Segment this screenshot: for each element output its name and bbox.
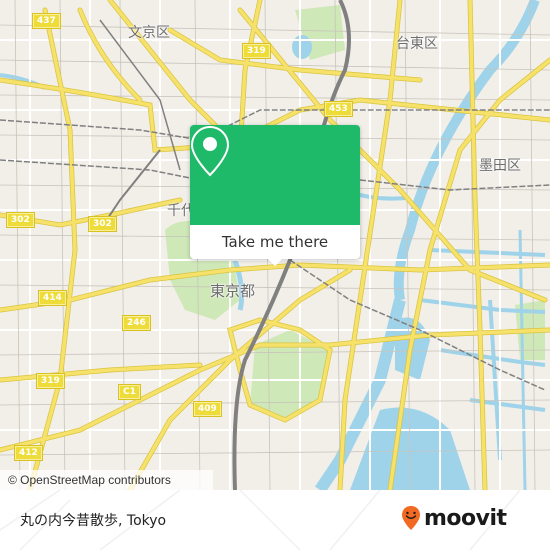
place-title: 丸の内今昔散歩, Tokyo <box>20 513 167 529</box>
road-badge-246: 246 <box>122 315 151 331</box>
road-badge-302-east: 302 <box>88 216 117 232</box>
moovit-wordmark: moovit <box>424 505 507 531</box>
district-label-bunkyo: 文京区 <box>128 25 170 41</box>
popup-pointer <box>268 259 282 266</box>
moovit-pin-smile-icon <box>402 506 420 530</box>
road-badge-414: 414 <box>38 290 67 306</box>
district-label-tokyo-to: 東京都 <box>210 282 256 300</box>
take-me-there-button[interactable]: Take me there <box>190 225 360 259</box>
road-badge-437: 437 <box>32 13 61 29</box>
map-pin-icon <box>190 125 230 177</box>
district-label-taito: 台東区 <box>396 36 438 52</box>
map-attribution[interactable]: © OpenStreetMap contributors <box>0 470 213 490</box>
location-popup[interactable]: Take me there <box>190 125 360 266</box>
map[interactable]: 文京区 台東区 墨田区 東京都 千代 437 319 453 302 302 4… <box>0 0 550 490</box>
canal-e <box>429 248 546 257</box>
road-badge-c1: C1 <box>118 384 141 400</box>
road-badge-412: 412 <box>14 445 43 461</box>
road-badge-453: 453 <box>324 101 353 117</box>
moovit-logo[interactable]: moovit <box>401 505 507 531</box>
district-label-sumida: 墨田区 <box>479 158 521 174</box>
road-badge-409: 409 <box>193 401 222 417</box>
shinobazu-pond <box>292 35 312 59</box>
popup-header <box>190 125 360 225</box>
footer: 丸の内今昔散歩, Tokyo moovit <box>0 490 550 550</box>
road-badge-319-south: 319 <box>36 373 65 389</box>
road-badge-319-north: 319 <box>242 43 271 59</box>
road-badge-302-west: 302 <box>6 212 35 228</box>
